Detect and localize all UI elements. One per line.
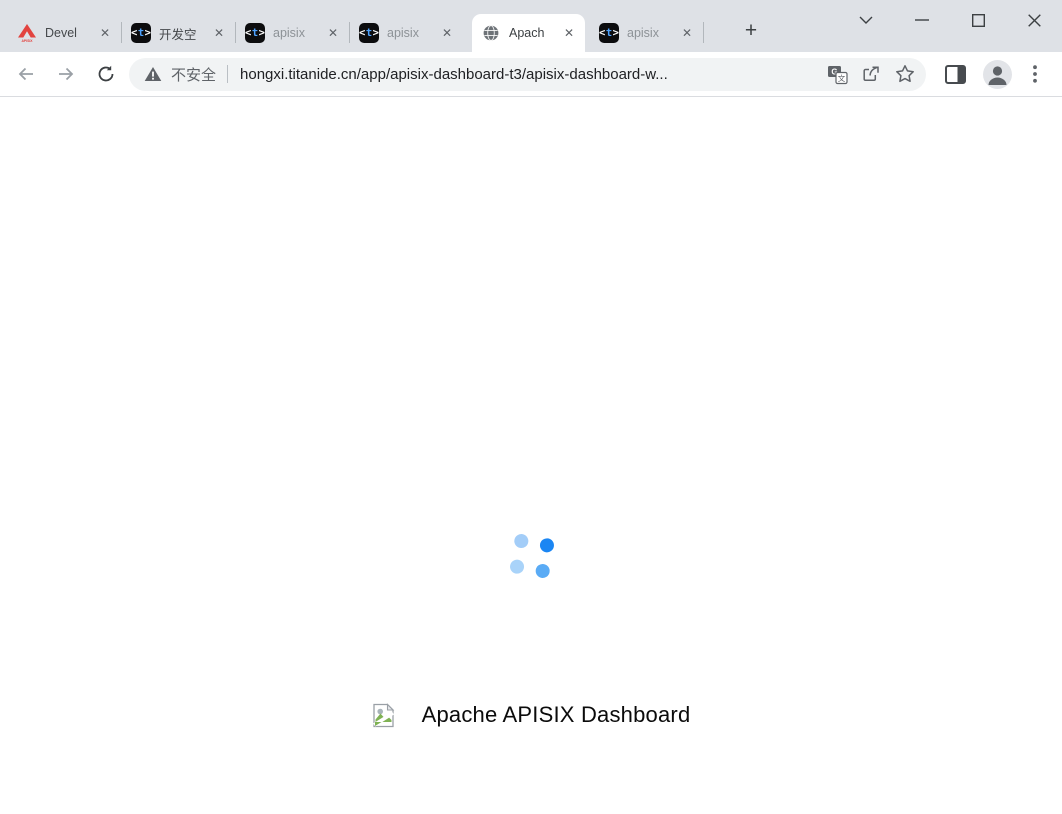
security-status-label[interactable]: 不安全: [171, 64, 216, 85]
tab-label: Devel: [45, 26, 94, 40]
titanide-code-icon: <t>: [359, 23, 379, 43]
loading-spinner: [509, 533, 555, 579]
tab-label: Apach: [509, 26, 558, 40]
tab-devel[interactable]: APISIX Devel ✕: [8, 14, 121, 52]
forward-icon[interactable]: [46, 56, 86, 92]
bookmark-star-icon[interactable]: [888, 59, 922, 89]
tab-apisix-2[interactable]: <t> apisix ✕: [350, 14, 463, 52]
tab-apisix-1[interactable]: <t> apisix ✕: [236, 14, 349, 52]
tab-separator: [121, 22, 122, 43]
menu-dots-icon[interactable]: [1018, 55, 1052, 93]
spinner-dot: [539, 537, 555, 553]
profile-avatar[interactable]: [976, 55, 1018, 93]
tab-search-chevron-icon[interactable]: [838, 0, 894, 40]
spinner-dot: [509, 559, 525, 575]
url-text[interactable]: hongxi.titanide.cn/app/apisix-dashboard-…: [240, 66, 820, 83]
tab-label: apisix: [627, 26, 676, 40]
close-icon[interactable]: ✕: [438, 24, 456, 42]
svg-text:APISIX: APISIX: [21, 39, 33, 43]
close-icon[interactable]: ✕: [324, 24, 342, 42]
close-window-icon[interactable]: [1006, 0, 1062, 40]
share-icon[interactable]: [854, 59, 888, 89]
titanide-code-icon: <t>: [131, 23, 151, 43]
tab-label: apisix: [273, 26, 322, 40]
svg-text:文: 文: [837, 73, 845, 83]
omnibox-divider: [227, 65, 228, 83]
not-secure-warning-icon: [144, 66, 162, 82]
browser-window: APISIX Devel ✕ <t> 开发空 ✕ <t> apisix ✕ <t…: [0, 0, 1062, 814]
user-icon: [983, 60, 1012, 89]
page-content: Apache APISIX Dashboard: [0, 98, 1062, 814]
address-bar[interactable]: 不安全 hongxi.titanide.cn/app/apisix-dashbo…: [129, 58, 926, 91]
tab-separator: [349, 22, 350, 43]
side-panel-icon[interactable]: [934, 55, 976, 93]
broken-image-icon: [372, 703, 395, 728]
titanide-code-icon: <t>: [245, 23, 265, 43]
tab-strip: APISIX Devel ✕ <t> 开发空 ✕ <t> apisix ✕ <t…: [0, 0, 1062, 52]
tab-dev-space[interactable]: <t> 开发空 ✕: [122, 14, 235, 52]
tab-apache-active[interactable]: Apach ✕: [472, 14, 585, 52]
close-icon[interactable]: ✕: [210, 24, 228, 42]
titanide-code-icon: <t>: [599, 23, 619, 43]
back-icon[interactable]: [6, 56, 46, 92]
reload-icon[interactable]: [86, 56, 126, 92]
tab-label: 开发空: [159, 24, 208, 43]
page-title: Apache APISIX Dashboard: [422, 702, 691, 728]
close-icon[interactable]: ✕: [560, 24, 578, 42]
brand-row: Apache APISIX Dashboard: [0, 702, 1062, 728]
toolbar-right-cluster: [926, 55, 1062, 93]
browser-toolbar: 不安全 hongxi.titanide.cn/app/apisix-dashbo…: [0, 52, 1062, 97]
tab-list: APISIX Devel ✕ <t> 开发空 ✕ <t> apisix ✕ <t…: [8, 0, 704, 52]
tab-separator: [235, 22, 236, 43]
translate-icon[interactable]: G 文: [820, 59, 854, 89]
apisix-logo-icon: APISIX: [17, 23, 37, 43]
tab-apisix-3[interactable]: <t> apisix ✕: [590, 14, 703, 52]
close-icon[interactable]: ✕: [678, 24, 696, 42]
new-tab-button[interactable]: +: [737, 17, 765, 45]
globe-icon: [481, 23, 501, 43]
minimize-icon[interactable]: [894, 0, 950, 40]
window-controls: [838, 0, 1062, 40]
close-icon[interactable]: ✕: [96, 24, 114, 42]
maximize-icon[interactable]: [950, 0, 1006, 40]
spinner-dot: [535, 563, 551, 579]
tab-label: apisix: [387, 26, 436, 40]
tab-separator: [703, 22, 704, 43]
spinner-dot: [513, 533, 529, 549]
